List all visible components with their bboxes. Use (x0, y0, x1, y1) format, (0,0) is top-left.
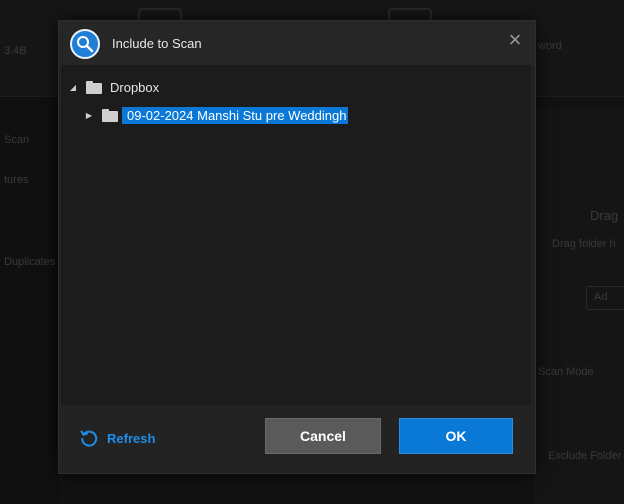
folder-icon (102, 108, 118, 122)
background-text: Ad (594, 291, 608, 303)
refresh-icon (80, 430, 98, 447)
folder-icon (86, 80, 102, 94)
include-to-scan-dialog: Include to Scan × ◢ Dropbox ▶ 09-02-2024… (58, 20, 536, 474)
tree-node-child[interactable]: ▶ 09-02-2024 Manshi Stu pre Weddingh (84, 105, 349, 125)
tree-node-label-selected[interactable]: 09-02-2024 Manshi Stu pre Weddingh (122, 106, 349, 124)
refresh-label[interactable]: Refresh (107, 431, 155, 446)
dialog-footer: Refresh Cancel OK (59, 408, 535, 473)
folder-tree: ◢ Dropbox ▶ 09-02-2024 Manshi Stu pre We… (61, 65, 531, 406)
background-text: Drag (590, 208, 619, 223)
close-icon[interactable]: × (503, 29, 527, 53)
background-text: word (538, 40, 562, 52)
dialog-title: Include to Scan (112, 36, 202, 51)
background-text: 3.4B (4, 45, 27, 57)
collapse-toggle-icon[interactable]: ▶ (84, 111, 94, 120)
ok-button[interactable]: OK (399, 418, 513, 454)
tree-node-root[interactable]: ◢ Dropbox (68, 77, 159, 97)
expand-toggle-icon[interactable]: ◢ (68, 83, 78, 92)
dialog-titlebar: Include to Scan × (59, 21, 535, 65)
magnifier-scan-icon (70, 29, 100, 59)
tree-node-label[interactable]: Dropbox (110, 80, 159, 95)
background-text: Scan (4, 134, 30, 146)
cancel-button[interactable]: Cancel (265, 418, 381, 454)
refresh-button[interactable]: Refresh (79, 428, 155, 448)
background-text: Exclude Folder (548, 450, 622, 462)
background-text: Scan Mode (538, 366, 594, 378)
background-sidebar (0, 97, 60, 504)
background-text: Duplicates (4, 256, 56, 268)
background-text: Drag folder h (552, 238, 616, 250)
background-text: tures (4, 174, 29, 186)
